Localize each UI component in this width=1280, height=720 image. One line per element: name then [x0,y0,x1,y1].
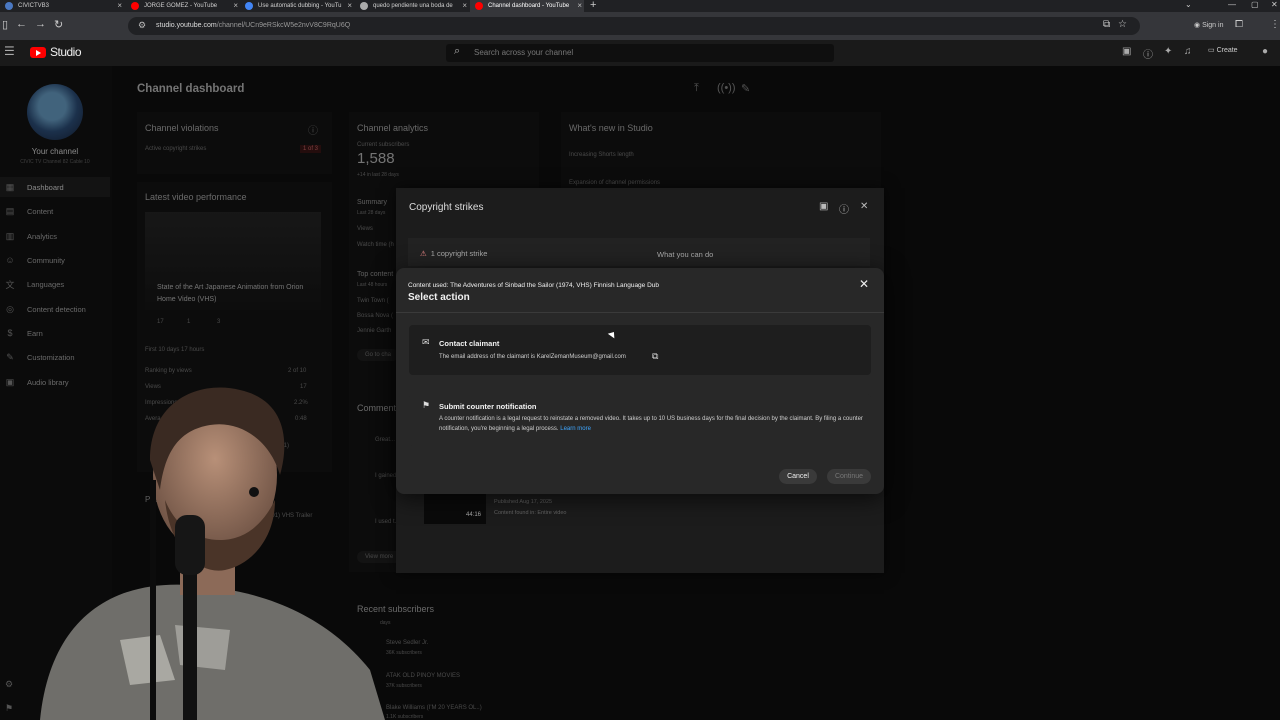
back-icon[interactable]: ← [16,18,27,30]
option-description: The email address of the claimant is Kar… [439,354,626,360]
close-icon[interactable]: ✕ [859,277,869,291]
divider [396,312,884,313]
video-duration: 44:16 [466,512,482,518]
bookmark-star-icon[interactable]: ☆ [1118,19,1127,30]
url-path: /channel/UCn9eRSkcW5e2nvV8C9RqU6Q [216,22,351,29]
browser-tab[interactable]: CIVICTVB3 × [0,0,124,12]
search-input[interactable]: ⌕ Search across your channel [446,44,834,62]
counter-description-text: A counter notification is a legal reques… [439,416,863,432]
browser-tab[interactable]: JORGE GOMEZ - YouTube × [126,0,240,12]
learn-more-link[interactable]: Learn more [560,426,591,432]
install-app-icon[interactable]: ⧉ [1103,19,1110,30]
strike-count-label: 1 copyright strike [430,249,488,258]
what-you-can-do-label: What you can do [657,250,714,259]
browser-tab-strip: CIVICTVB3 × JORGE GOMEZ - YouTube × Use … [0,0,1280,12]
extensions-icon[interactable]: ⧠ [1235,19,1243,30]
studio-logo-text: Studio [50,45,82,59]
search-icon: ⌕ [454,45,461,57]
sparkle-icon[interactable]: ✦ [1164,46,1172,57]
youtube-logo-icon [30,46,46,58]
webcam-person-image [40,387,385,720]
notifications-bell-icon[interactable]: ♫ [1184,46,1192,57]
sidebar-toggle-icon[interactable]: ▯ [2,18,8,31]
signin-label: Sign in [1202,22,1224,29]
hamburger-menu-icon[interactable]: ☰ [4,44,15,58]
content-used-label: Content used: The Adventures of Sinbad t… [408,282,660,289]
video-thumbnail [424,490,486,524]
flag-icon: ⚑ [422,400,431,410]
webcam-overlay [0,380,400,720]
counter-notification-option[interactable]: ⚑ Submit counter notification A counter … [409,394,871,446]
tab-search-icon[interactable]: ⌄ [1185,0,1192,9]
tab-favicon-icon [360,2,368,10]
create-button[interactable]: ▭ Create [1208,46,1238,54]
copy-icon[interactable]: ⧉ [652,351,658,362]
tab-title: Use automatic dubbing - YouTu [258,3,342,9]
copyright-strikes-title: Copyright strikes [409,202,484,213]
feedback-icon[interactable]: ▣ [819,201,828,212]
tab-close-icon[interactable]: × [233,1,238,10]
reload-icon[interactable]: ↻ [54,18,63,31]
tab-title: quedo pendiente una boda de [373,3,453,9]
site-info-icon[interactable]: ⚙ [138,20,146,31]
published-date: Published Aug 17, 2025 [494,499,553,505]
menu-dots-icon[interactable]: ⋮ [1270,19,1280,30]
option-description: A counter notification is a legal reques… [439,414,864,434]
option-title: Contact claimant [439,339,500,348]
help-icon[interactable]: ⓘ [1143,46,1153,61]
address-bar[interactable]: ⚙ studio.youtube.com/channel/UCn9eRSkcW5… [128,17,1140,35]
maximize-icon[interactable]: ▢ [1251,0,1259,9]
new-tab-button[interactable]: + [590,0,596,11]
close-window-icon[interactable]: ✕ [1271,0,1278,9]
studio-logo[interactable]: Studio [30,45,82,59]
close-icon[interactable]: ✕ [860,201,868,212]
tab-favicon-icon [245,2,253,10]
account-avatar-icon[interactable]: ● [1262,46,1268,57]
tab-favicon-icon [475,2,483,10]
strike-count: ⚠ 1 copyright strike [420,249,487,258]
url-host: studio.youtube.com [156,22,217,29]
tab-favicon-icon [131,2,139,10]
tab-title: CIVICTVB3 [18,3,50,9]
dialog-title: Select action [408,292,470,303]
continue-button[interactable]: Continue [827,469,871,484]
option-title: Submit counter notification [439,402,537,411]
feedback-icon[interactable]: ▣ [1122,46,1131,57]
browser-tab[interactable]: Use automatic dubbing - YouTu × [240,0,354,12]
select-action-dialog: Content used: The Adventures of Sinbad t… [396,268,884,494]
warning-icon: ⚠ [420,249,427,258]
tab-close-icon[interactable]: × [462,1,467,10]
tab-close-icon[interactable]: × [117,1,122,10]
tab-title: JORGE GOMEZ - YouTube [144,3,218,9]
minimize-icon[interactable]: — [1228,0,1236,9]
search-placeholder: Search across your channel [474,48,574,57]
profile-icon[interactable]: ◉ Sign in [1194,21,1223,29]
email-icon: ✉ [422,337,430,347]
cancel-button[interactable]: Cancel [779,469,817,484]
tab-close-icon[interactable]: × [347,1,352,10]
help-icon[interactable]: ⓘ [839,201,849,216]
browser-tab[interactable]: quedo pendiente una boda de × [355,0,469,12]
tab-close-icon[interactable]: × [577,1,582,10]
contact-claimant-option[interactable]: ✉ Contact claimant The email address of … [409,325,871,375]
tab-favicon-icon [5,2,13,10]
forward-icon[interactable]: → [35,18,46,30]
browser-tab-active[interactable]: Channel dashboard - YouTube × [470,0,584,12]
create-label: Create [1216,47,1238,54]
tab-title: Channel dashboard - YouTube [488,3,570,9]
content-found-label: Content found in: Entire video [494,510,567,516]
